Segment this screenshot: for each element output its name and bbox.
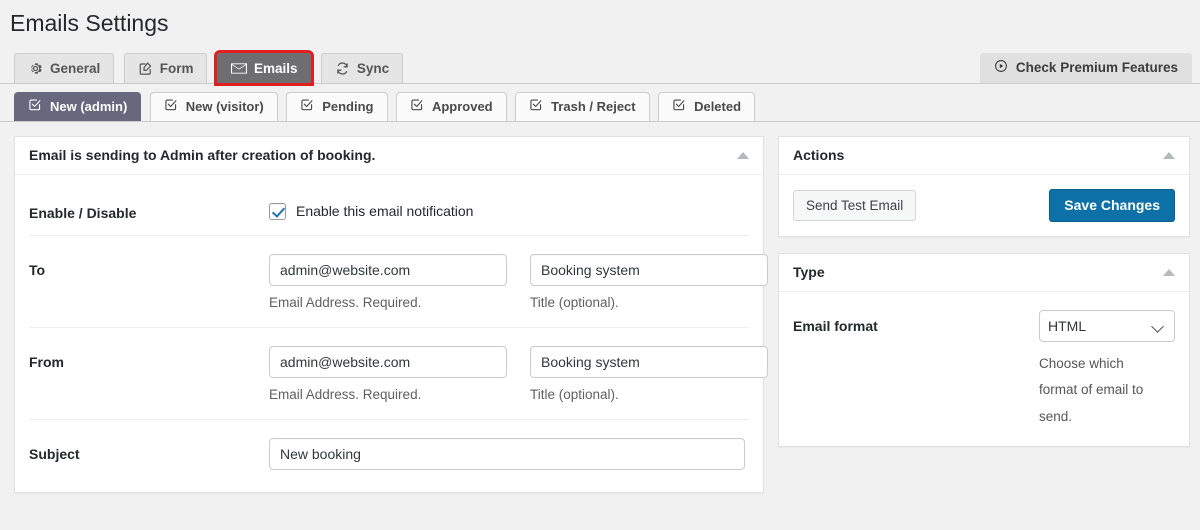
enable-notification-checkbox[interactable] bbox=[269, 202, 286, 220]
save-changes-button[interactable]: Save Changes bbox=[1049, 188, 1175, 222]
send-test-email-button[interactable]: Send Test Email bbox=[793, 189, 917, 221]
envelope-icon bbox=[230, 62, 247, 75]
check-square-icon bbox=[300, 98, 314, 115]
email-format-hint: Choose which format of email to send. bbox=[1039, 355, 1144, 424]
subtab-pending[interactable]: Pending bbox=[286, 91, 388, 121]
to-email-input[interactable] bbox=[269, 253, 507, 286]
email-panel-body: Enable / Disable Enable this email notif… bbox=[15, 175, 768, 492]
collapse-toggle-icon[interactable] bbox=[1163, 268, 1175, 276]
tab-form[interactable]: Form bbox=[123, 52, 208, 83]
actions-panel-body: Send Test Email Save Changes bbox=[779, 175, 1189, 236]
enable-checkbox-wrap[interactable]: Enable this email notification bbox=[269, 197, 473, 220]
actions-panel-header: Actions bbox=[779, 137, 1189, 175]
subtab-new-visitor-label: New (visitor) bbox=[185, 99, 264, 115]
from-label: From bbox=[29, 353, 64, 370]
subtab-approved[interactable]: Approved bbox=[395, 91, 507, 121]
sync-icon bbox=[335, 61, 350, 76]
type-panel: Type Email format HTML Choose which form… bbox=[778, 252, 1190, 447]
page-title: Emails Settings bbox=[10, 10, 169, 36]
gear-icon bbox=[28, 61, 43, 76]
from-email-hint: Email Address. Required. bbox=[269, 386, 422, 402]
email-format-select[interactable]: HTML bbox=[1039, 309, 1175, 342]
check-square-icon bbox=[529, 98, 543, 115]
collapse-toggle-icon[interactable] bbox=[1163, 151, 1175, 159]
subtab-new-admin-label: New (admin) bbox=[50, 99, 128, 115]
subtab-new-admin[interactable]: New (admin) bbox=[14, 91, 142, 121]
check-square-icon bbox=[410, 98, 424, 115]
from-email-input[interactable] bbox=[269, 345, 507, 378]
row-from: From Email Address. Required. Title (opt… bbox=[29, 328, 768, 420]
edit-square-icon bbox=[138, 61, 153, 76]
tab-emails[interactable]: Emails bbox=[213, 49, 315, 86]
to-title-hint: Title (optional). bbox=[530, 294, 619, 310]
tab-form-label: Form bbox=[159, 60, 194, 76]
email-panel-header: Email is sending to Admin after creation… bbox=[15, 137, 763, 175]
subtab-deleted[interactable]: Deleted bbox=[658, 91, 756, 121]
tab-general-label: General bbox=[50, 60, 101, 76]
email-settings-panel: Email is sending to Admin after creation… bbox=[14, 135, 768, 493]
subtab-new-visitor[interactable]: New (visitor) bbox=[149, 91, 278, 121]
to-label: To bbox=[29, 261, 46, 278]
side-column: Actions Send Test Email Save Changes Typ… bbox=[778, 135, 1190, 463]
check-square-icon bbox=[28, 98, 42, 115]
subtab-approved-label: Approved bbox=[431, 99, 493, 115]
main-tab-row: General Form Emails Sync Check Premium F… bbox=[0, 49, 1200, 86]
from-title-input[interactable] bbox=[530, 345, 768, 378]
tab-sync[interactable]: Sync bbox=[320, 52, 404, 83]
circle-dot-icon bbox=[994, 59, 1008, 76]
email-format-select-wrap: HTML bbox=[1039, 309, 1175, 342]
sub-tab-row: New (admin) New (visitor) Pending Approv… bbox=[0, 89, 1200, 122]
check-premium-features-button[interactable]: Check Premium Features bbox=[979, 52, 1192, 83]
main-column: Email is sending to Admin after creation… bbox=[14, 135, 768, 509]
subject-label: Subject bbox=[29, 445, 80, 462]
to-title-input[interactable] bbox=[530, 253, 768, 286]
enable-disable-label: Enable / Disable bbox=[29, 204, 137, 221]
type-panel-body: Email format HTML Choose which format of… bbox=[779, 292, 1189, 446]
row-enable-disable: Enable / Disable Enable this email notif… bbox=[29, 179, 749, 236]
subtab-trash-reject[interactable]: Trash / Reject bbox=[515, 91, 650, 121]
check-square-icon bbox=[672, 98, 686, 115]
subtab-pending-label: Pending bbox=[322, 99, 374, 115]
subtab-deleted-label: Deleted bbox=[694, 99, 742, 115]
subtab-trash-reject-label: Trash / Reject bbox=[551, 99, 636, 115]
email-format-label: Email format bbox=[793, 317, 878, 334]
row-subject: Subject bbox=[29, 420, 749, 484]
type-panel-title: Type bbox=[793, 264, 825, 281]
type-panel-header: Type bbox=[779, 254, 1189, 292]
content-columns: Email is sending to Admin after creation… bbox=[0, 122, 1200, 509]
tab-general[interactable]: General bbox=[14, 52, 115, 83]
check-premium-features-label: Check Premium Features bbox=[1015, 60, 1178, 76]
from-title-hint: Title (optional). bbox=[530, 386, 619, 402]
actions-panel-title: Actions bbox=[793, 147, 845, 164]
actions-panel: Actions Send Test Email Save Changes bbox=[778, 135, 1190, 237]
subject-input[interactable] bbox=[269, 437, 745, 470]
to-email-hint: Email Address. Required. bbox=[269, 294, 422, 310]
tab-sync-label: Sync bbox=[356, 60, 390, 76]
enable-notification-label: Enable this email notification bbox=[296, 203, 474, 220]
collapse-toggle-icon[interactable] bbox=[737, 151, 749, 159]
email-panel-title: Email is sending to Admin after creation… bbox=[29, 147, 376, 164]
row-to: To Email Address. Required. Title (optio… bbox=[29, 236, 768, 328]
check-square-icon bbox=[164, 98, 178, 115]
tab-emails-label: Emails bbox=[253, 60, 298, 76]
